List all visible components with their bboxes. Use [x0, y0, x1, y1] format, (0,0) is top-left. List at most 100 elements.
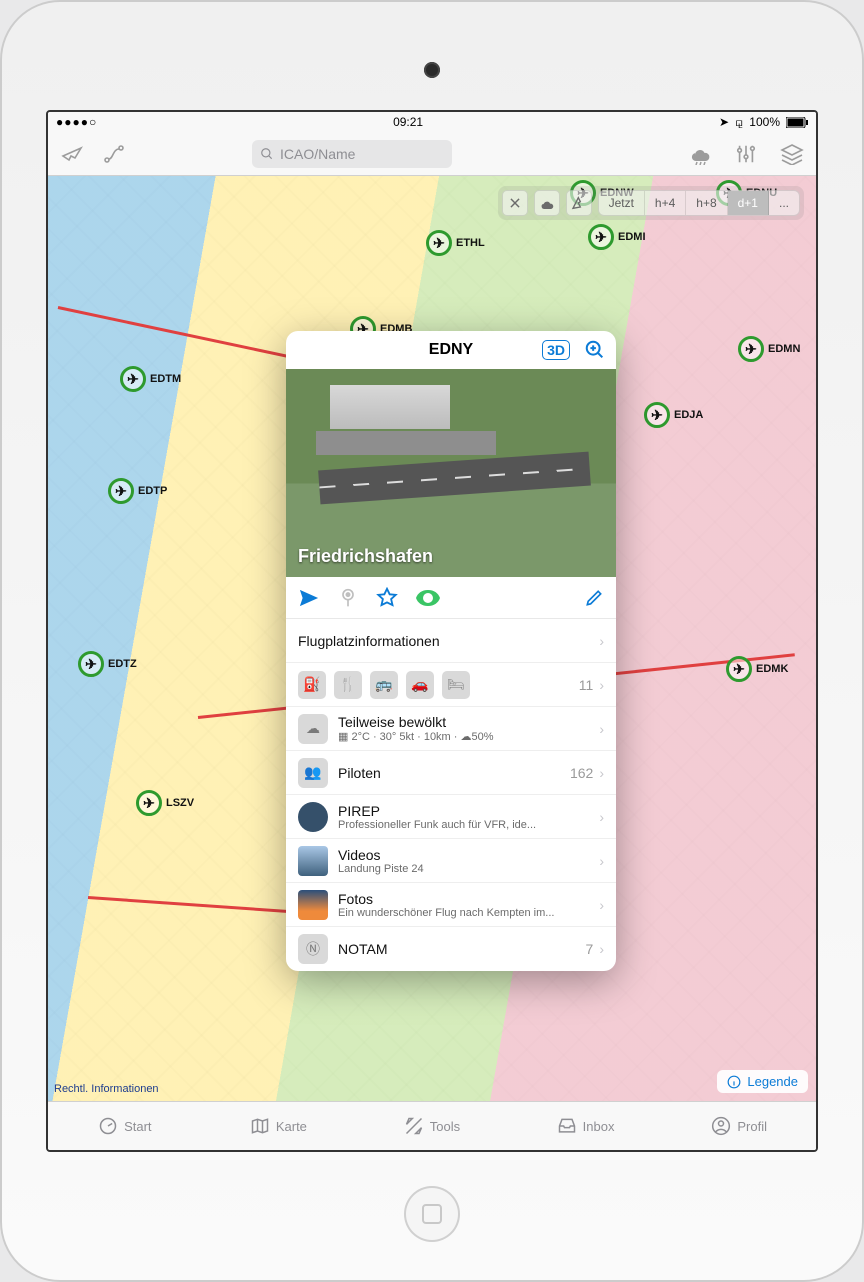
- battery-icon: [786, 117, 808, 128]
- time-seg-h4[interactable]: h+4: [645, 191, 686, 215]
- route-icon[interactable]: [100, 140, 128, 168]
- weather-sun-cloud-icon: ☁: [298, 714, 328, 744]
- row-pilots[interactable]: 👥 Piloten 162›: [286, 751, 616, 795]
- restaurant-icon: 🍴: [334, 671, 362, 699]
- screen: ●●●●○ 09:21 ➤ ⚼ 100%: [46, 110, 818, 1152]
- time-seg-more[interactable]: ...: [769, 191, 799, 215]
- airport-code-label: EDMK: [756, 663, 788, 675]
- aircraft-icon[interactable]: [58, 140, 86, 168]
- chevron-right-icon: ›: [599, 897, 604, 913]
- location-icon: ➤: [719, 115, 729, 129]
- sliders-icon[interactable]: [732, 140, 760, 168]
- map-canvas[interactable]: ✈EDTM ✈EDTP ✈EDTZ ✈LSZV ✈EDMB ✈ETHL ✈EDM…: [48, 176, 816, 1101]
- airport-code-label: ETHL: [456, 237, 485, 249]
- top-toolbar: ICAO/Name: [48, 132, 816, 176]
- chevron-right-icon: ›: [599, 809, 604, 825]
- map-marker-airport[interactable]: ✈EDTZ: [78, 651, 137, 677]
- chevron-right-icon: ›: [599, 721, 604, 737]
- airport-code-label: LSZV: [166, 797, 194, 809]
- time-seg-d1[interactable]: d+1: [728, 191, 769, 215]
- waypoint-icon[interactable]: [338, 587, 358, 609]
- chevron-right-icon: ›: [599, 941, 604, 957]
- bluetooth-icon: ⚼: [735, 115, 743, 130]
- row-airport-info[interactable]: Flugplatzinformationen ›: [286, 619, 616, 663]
- clouds-toggle[interactable]: [534, 190, 560, 216]
- legal-info-link[interactable]: Rechtl. Informationen: [54, 1083, 159, 1095]
- hotel-icon: 🛏: [442, 671, 470, 699]
- row-label: Fotos: [338, 891, 589, 907]
- search-placeholder: ICAO/Name: [280, 146, 355, 162]
- wind-toggle[interactable]: [566, 190, 592, 216]
- row-sublabel: Professioneller Funk auch für VFR, ide..…: [338, 819, 589, 831]
- chevron-right-icon: ›: [599, 765, 604, 781]
- map-marker-airport[interactable]: ✈EDMK: [726, 656, 788, 682]
- airport-code-label: EDTM: [150, 373, 181, 385]
- ios-status-bar: ●●●●○ 09:21 ➤ ⚼ 100%: [48, 112, 816, 132]
- bus-icon: 🚌: [370, 671, 398, 699]
- pirep-avatar: [298, 802, 328, 832]
- row-pirep[interactable]: PIREP Professioneller Funk auch für VFR,…: [286, 795, 616, 839]
- legend-button[interactable]: Legende: [717, 1070, 808, 1093]
- photo-thumb: [298, 890, 328, 920]
- airport-name: Friedrichshafen: [298, 546, 433, 567]
- time-seg-h8[interactable]: h+8: [686, 191, 727, 215]
- airport-action-row: [286, 577, 616, 619]
- chevron-right-icon: ›: [599, 853, 604, 869]
- weather-icon[interactable]: [686, 140, 714, 168]
- tab-profil[interactable]: Profil: [662, 1102, 816, 1150]
- airport-card-header: EDNY 3D: [286, 331, 616, 369]
- map-marker-airport[interactable]: ✈LSZV: [136, 790, 194, 816]
- airport-code-label: EDJA: [674, 409, 703, 421]
- status-time: 09:21: [393, 115, 423, 129]
- zoom-button[interactable]: [584, 339, 606, 361]
- time-seg-now[interactable]: Jetzt: [599, 191, 645, 215]
- notam-icon: Ⓝ: [298, 934, 328, 964]
- search-input[interactable]: ICAO/Name: [252, 140, 452, 168]
- tab-label: Profil: [737, 1119, 767, 1134]
- row-label: Flugplatzinformationen: [298, 633, 589, 649]
- fuel-icon: ⛽: [298, 671, 326, 699]
- tab-start[interactable]: Start: [48, 1102, 202, 1150]
- tab-inbox[interactable]: Inbox: [509, 1102, 663, 1150]
- view-3d-button[interactable]: 3D: [542, 340, 570, 360]
- airport-code-label: EDTP: [138, 485, 167, 497]
- tab-tools[interactable]: Tools: [355, 1102, 509, 1150]
- map-marker-airport[interactable]: ✈ETHL: [426, 230, 485, 256]
- map-marker-airport[interactable]: ✈EDJA: [644, 402, 703, 428]
- tab-label: Karte: [276, 1119, 307, 1134]
- airport-aerial-image[interactable]: Friedrichshafen: [286, 369, 616, 577]
- row-amenities[interactable]: ⛽ 🍴 🚌 🚗 🛏 11 ›: [286, 663, 616, 707]
- map-marker-airport[interactable]: ✈EDMN: [738, 336, 800, 362]
- device-home-button[interactable]: [404, 1186, 460, 1242]
- tab-karte[interactable]: Karte: [202, 1102, 356, 1150]
- favorite-star-icon[interactable]: [376, 587, 398, 609]
- airport-icao: EDNY: [429, 341, 473, 359]
- map-marker-airport[interactable]: ✈EDTM: [120, 366, 181, 392]
- car-icon: 🚗: [406, 671, 434, 699]
- row-weather[interactable]: ☁ Teilweise bewölkt ▦ 2°C · 30° 5kt · 10…: [286, 707, 616, 751]
- layers-icon[interactable]: [778, 140, 806, 168]
- pilots-people-icon: 👥: [298, 758, 328, 788]
- time-overlay-control: Jetzt h+4 h+8 d+1 ...: [498, 186, 804, 220]
- chevron-right-icon: ›: [599, 677, 604, 693]
- map-marker-airport[interactable]: ✈EDMI: [588, 224, 646, 250]
- legend-label: Legende: [747, 1074, 798, 1089]
- row-label: PIREP: [338, 803, 589, 819]
- video-thumb: [298, 846, 328, 876]
- visibility-eye-icon[interactable]: [416, 590, 440, 606]
- row-videos[interactable]: Videos Landung Piste 24 ›: [286, 839, 616, 883]
- pilots-count: 162: [570, 765, 593, 781]
- amenities-count: 11: [579, 677, 594, 693]
- notam-count: 7: [586, 941, 594, 957]
- row-photos[interactable]: Fotos Ein wunderschöner Flug nach Kempte…: [286, 883, 616, 927]
- map-marker-airport[interactable]: ✈EDTP: [108, 478, 167, 504]
- airport-code-label: EDMN: [768, 343, 800, 355]
- direct-to-icon[interactable]: [298, 588, 320, 608]
- device-camera: [424, 62, 440, 78]
- edit-pencil-icon[interactable]: [584, 588, 604, 608]
- row-label: Teilweise bewölkt: [338, 714, 589, 730]
- row-sublabel: Landung Piste 24: [338, 863, 589, 875]
- row-notam[interactable]: Ⓝ NOTAM 7›: [286, 927, 616, 971]
- row-sublabel: ▦ 2°C · 30° 5kt · 10km · ☁50%: [338, 730, 589, 743]
- close-overlay-button[interactable]: [502, 190, 528, 216]
